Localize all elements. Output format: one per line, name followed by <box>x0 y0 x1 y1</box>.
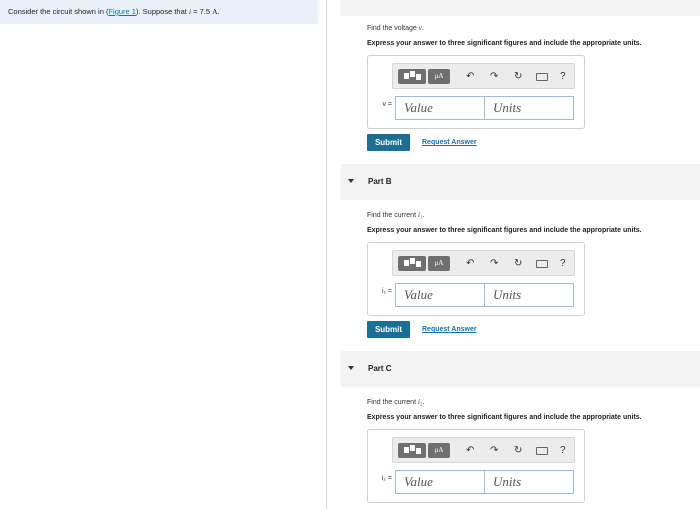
part-b-instructions: Express your answer to three significant… <box>367 227 642 234</box>
units-button[interactable]: μA <box>428 69 450 84</box>
collapse-triangle-icon[interactable] <box>348 179 354 183</box>
value-input[interactable]: Value <box>395 283 485 307</box>
part-b-header[interactable]: Part B <box>341 164 700 200</box>
redo-icon[interactable]: ↷ <box>490 256 498 271</box>
part-c-title: Part C <box>368 364 392 373</box>
templates-button[interactable] <box>398 256 426 271</box>
keyboard-icon[interactable] <box>536 447 548 455</box>
part-c-answer-box: μA ↶ ↷ ↻ ? i₂ = Value Units <box>367 429 585 503</box>
redo-icon[interactable]: ↷ <box>490 443 498 458</box>
submit-button[interactable]: Submit <box>367 134 410 151</box>
part-a-instructions: Express your answer to three significant… <box>367 40 642 47</box>
value-input[interactable]: Value <box>395 96 485 120</box>
problem-statement-panel: Consider the circuit shown in (Figure 1)… <box>0 0 318 24</box>
variable-label: v = <box>382 101 392 108</box>
units-input[interactable]: Units <box>484 283 574 307</box>
math-toolbar: μA ↶ ↷ ↻ ? <box>392 437 575 463</box>
reset-icon[interactable]: ↻ <box>514 443 522 458</box>
part-b-title: Part B <box>368 177 392 186</box>
submit-button[interactable]: Submit <box>367 321 410 338</box>
part-b-answer-box: μA ↶ ↷ ↻ ? i₁ = Value Units <box>367 242 585 316</box>
part-c-question: Find the current i₂. <box>367 398 425 406</box>
questions-column: Find the voltage v. Express your answer … <box>341 0 700 509</box>
part-a-question: Find the voltage v. <box>367 24 424 32</box>
value-input[interactable]: Value <box>395 470 485 494</box>
redo-icon[interactable]: ↷ <box>490 69 498 84</box>
math-toolbar: μA ↶ ↷ ↻ ? <box>392 250 575 276</box>
help-icon[interactable]: ? <box>560 256 566 271</box>
part-a-answer-box: μA ↶ ↷ ↻ ? v = Value Units <box>367 55 585 129</box>
undo-icon[interactable]: ↶ <box>466 256 474 271</box>
help-icon[interactable]: ? <box>560 69 566 84</box>
part-c-header[interactable]: Part C <box>341 351 700 387</box>
keyboard-icon[interactable] <box>536 260 548 268</box>
math-toolbar: μA ↶ ↷ ↻ ? <box>392 63 575 89</box>
undo-icon[interactable]: ↶ <box>466 69 474 84</box>
request-answer-link[interactable]: Request Answer <box>422 326 477 333</box>
units-input[interactable]: Units <box>484 470 574 494</box>
part-b-question: Find the current i₁. <box>367 211 425 219</box>
undo-icon[interactable]: ↶ <box>466 443 474 458</box>
panel-divider <box>326 0 327 509</box>
units-button[interactable]: μA <box>428 443 450 458</box>
units-input[interactable]: Units <box>484 96 574 120</box>
help-icon[interactable]: ? <box>560 443 566 458</box>
variable-label: i₁ = <box>382 288 392 295</box>
reset-icon[interactable]: ↻ <box>514 256 522 271</box>
problem-statement: Consider the circuit shown in (Figure 1)… <box>8 7 220 16</box>
units-button[interactable]: μA <box>428 256 450 271</box>
part-c-instructions: Express your answer to three significant… <box>367 414 642 421</box>
part-a-header-band <box>341 0 700 16</box>
figure-link[interactable]: Figure 1 <box>108 7 136 16</box>
reset-icon[interactable]: ↻ <box>514 69 522 84</box>
collapse-triangle-icon[interactable] <box>348 366 354 370</box>
templates-button[interactable] <box>398 443 426 458</box>
templates-button[interactable] <box>398 69 426 84</box>
request-answer-link[interactable]: Request Answer <box>422 139 477 146</box>
keyboard-icon[interactable] <box>536 73 548 81</box>
variable-label: i₂ = <box>381 475 392 482</box>
